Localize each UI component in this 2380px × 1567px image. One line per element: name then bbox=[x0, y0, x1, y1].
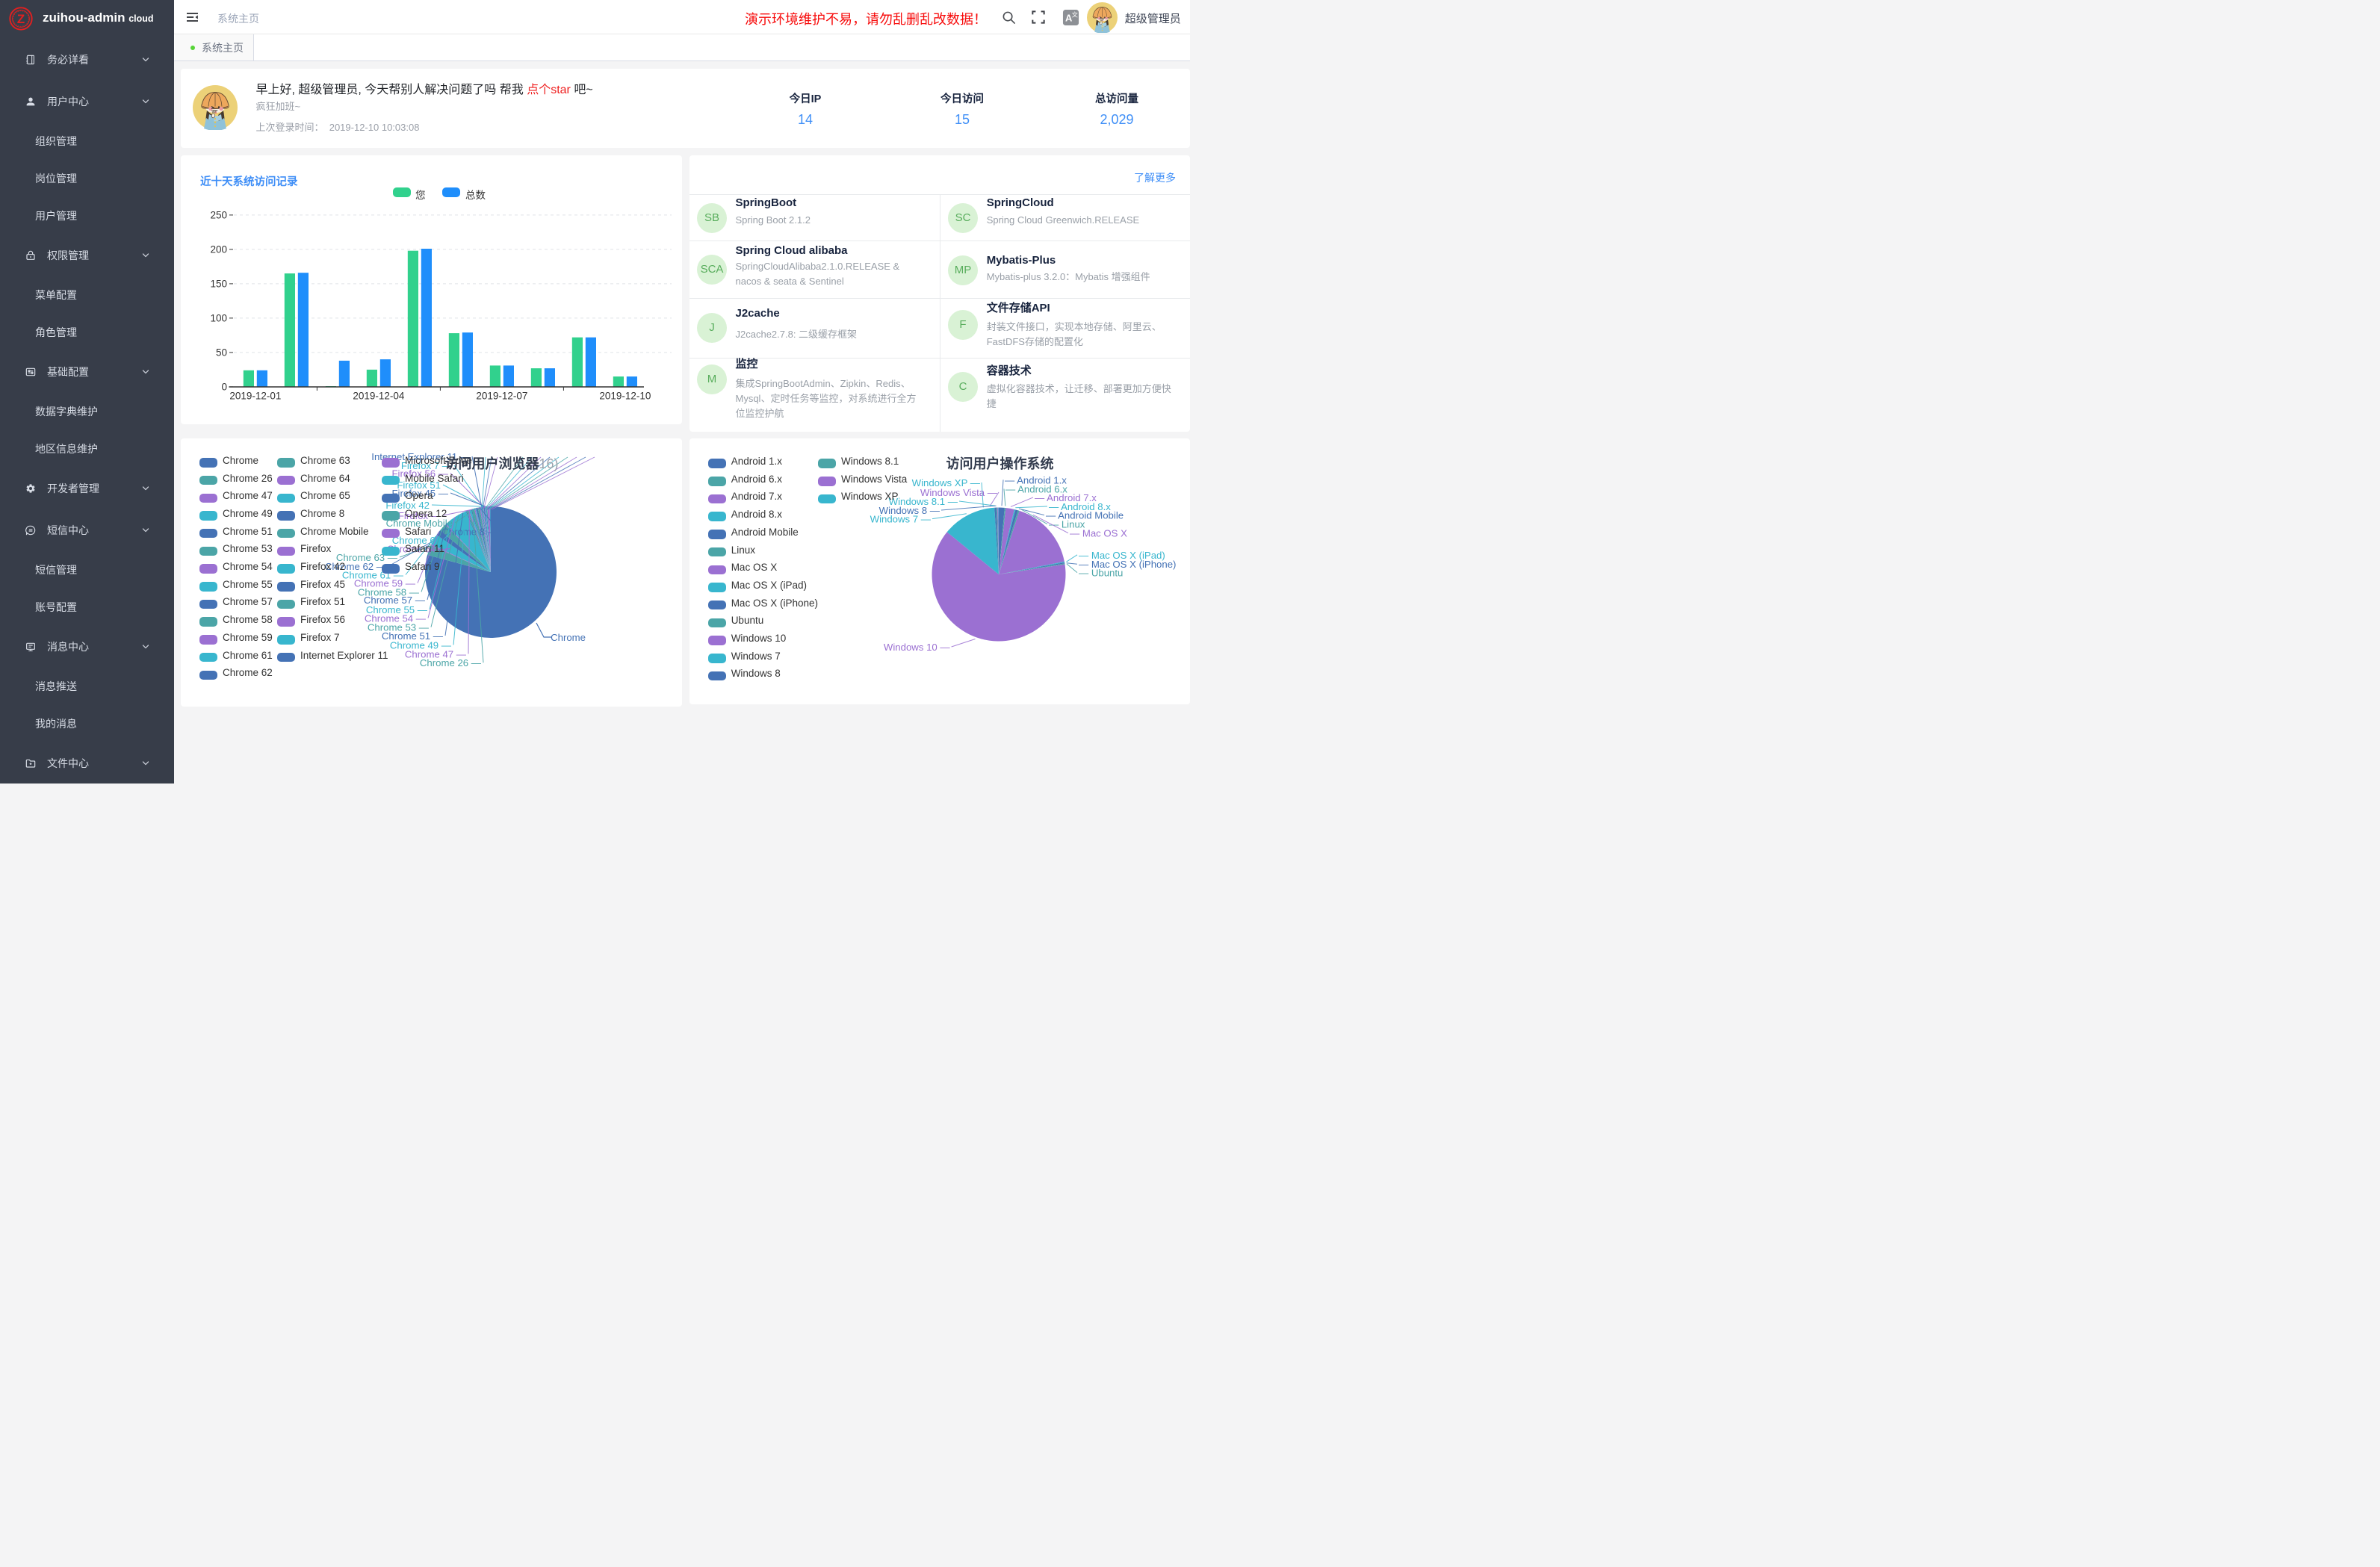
svg-text:2019-12-10: 2019-12-10 bbox=[599, 391, 651, 402]
svg-text:Z: Z bbox=[17, 12, 25, 26]
svg-text:200: 200 bbox=[210, 243, 227, 255]
svg-text:Chrome 26 —: Chrome 26 — bbox=[420, 657, 482, 668]
svg-text:Windows 10 —: Windows 10 — bbox=[884, 642, 950, 653]
svg-text:2019-12-04: 2019-12-04 bbox=[353, 391, 405, 402]
svg-text:Windows 7 —: Windows 7 — bbox=[870, 514, 932, 525]
svg-text:100: 100 bbox=[210, 312, 227, 323]
svg-text:2019-12-07: 2019-12-07 bbox=[476, 391, 527, 402]
svg-text:150: 150 bbox=[210, 278, 227, 289]
svg-text:2019-12-01: 2019-12-01 bbox=[229, 391, 281, 402]
svg-text:0: 0 bbox=[221, 381, 227, 392]
svg-text:— Mac OS X: — Mac OS X bbox=[1070, 528, 1127, 539]
svg-text:— Ubuntu: — Ubuntu bbox=[1079, 568, 1123, 579]
svg-text:250: 250 bbox=[210, 209, 227, 220]
svg-text:文: 文 bbox=[1072, 11, 1078, 19]
svg-text:Chrome: Chrome bbox=[551, 632, 586, 643]
svg-text:50: 50 bbox=[216, 347, 227, 358]
